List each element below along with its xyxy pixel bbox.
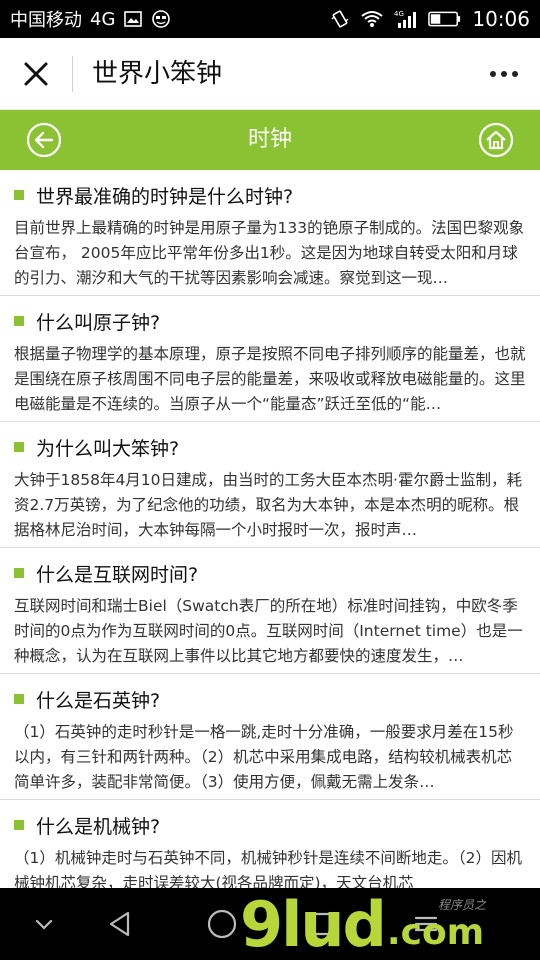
bullet-icon (14, 190, 24, 200)
carrier-label: 中国移动 (10, 10, 82, 31)
bullet-icon (14, 694, 24, 704)
hide-keyboard-button[interactable] (22, 902, 66, 946)
article-list: 世界最准确的时钟是什么时钟? 目前世界上最精确的时钟是用原子量为133的铯原子制… (0, 170, 540, 888)
nav-home-button[interactable] (200, 902, 244, 946)
home-icon[interactable] (478, 122, 514, 158)
article-title: 世界最准确的时钟是什么时钟? (36, 185, 294, 208)
square-recents-icon (312, 912, 336, 936)
image-icon (124, 11, 143, 27)
article-item[interactable]: 为什么叫大笨钟? 大钟于1858年4月10日建成，由当时的工务大臣本杰明·霍尔爵… (0, 422, 540, 548)
article-item[interactable]: 什么叫原子钟? 根据量子物理学的基本原理，原子是按照不同电子排列顺序的能量差，也… (0, 296, 540, 422)
vibrate-icon (331, 10, 349, 28)
cell-signal-icon: 4G (394, 10, 417, 28)
nav-back-button[interactable] (98, 902, 142, 946)
watermark-caption: 程序员之 (438, 898, 487, 912)
article-summary: （1）机械钟走时与石英钟不同，机械钟秒针是连续不间断地走。（2）因机械钟机芯复杂… (14, 849, 522, 888)
chevron-down-icon (35, 919, 53, 930)
battery-icon (428, 11, 461, 27)
title-divider (72, 56, 73, 92)
emoji-icon (152, 10, 171, 28)
svg-text:4G: 4G (394, 10, 404, 18)
bullet-icon (14, 442, 24, 452)
status-bar: 中国移动 4G 4G 10:06 (0, 0, 540, 38)
article-title: 什么是石英钟? (36, 689, 161, 712)
network-label: 4G (90, 8, 116, 30)
article-summary: 根据量子物理学的基本原理，原子是按照不同电子排列顺序的能量差，也就是围绕在原子核… (14, 345, 526, 413)
bullet-icon (14, 568, 24, 578)
article-item[interactable]: 什么是互联网时间? 互联网时间和瑞士Biel（Swatch表厂的所在地）标准时间… (0, 548, 540, 674)
article-title: 什么是互联网时间? (36, 563, 199, 586)
article-summary: 互联网时间和瑞士Biel（Swatch表厂的所在地）标准时间挂钩，中欧冬季时间的… (14, 597, 523, 665)
article-item[interactable]: 什么是机械钟? （1）机械钟走时与石英钟不同，机械钟秒针是连续不间断地走。（2）… (0, 800, 540, 888)
article-title: 为什么叫大笨钟? (36, 437, 180, 460)
menu-icon (414, 916, 438, 932)
bullet-icon (14, 316, 24, 326)
page-title: 世界小笨钟 (92, 59, 223, 89)
bullet-icon (14, 820, 24, 830)
more-dot (512, 71, 518, 77)
article-item[interactable]: 什么是石英钟? （1）石英钟的走时秒针是一格一跳,走时十分准确，一般要求月差在1… (0, 674, 540, 800)
clock-time: 10:06 (472, 7, 530, 31)
title-bar: 世界小笨钟 (0, 38, 540, 110)
article-summary: 目前世界上最精确的时钟是用原子量为133的铯原子制成的。法国巴黎观象台宣布， 2… (14, 219, 525, 287)
article-item[interactable]: 世界最准确的时钟是什么时钟? 目前世界上最精确的时钟是用原子量为133的铯原子制… (0, 170, 540, 296)
article-title: 什么叫原子钟? (36, 311, 161, 334)
article-summary: 大钟于1858年4月10日建成，由当时的工务大臣本杰明·霍尔爵士监制，耗资2.7… (14, 471, 522, 539)
triangle-back-icon (109, 911, 130, 937)
article-title: 什么是机械钟? (36, 815, 161, 838)
article-summary: （1）石英钟的走时秒针是一格一跳,走时十分准确，一般要求月差在15秒以内，有三针… (14, 723, 514, 791)
circle-home-icon (207, 909, 237, 939)
more-options-button[interactable] (482, 52, 526, 96)
more-dots-icon (490, 71, 496, 77)
close-icon (24, 62, 48, 86)
close-button[interactable] (14, 52, 58, 96)
more-dot (501, 71, 507, 77)
section-title: 时钟 (247, 127, 292, 152)
section-header: 时钟 (0, 110, 540, 170)
wifi-icon (361, 11, 383, 27)
nav-recents-button[interactable] (302, 902, 346, 946)
